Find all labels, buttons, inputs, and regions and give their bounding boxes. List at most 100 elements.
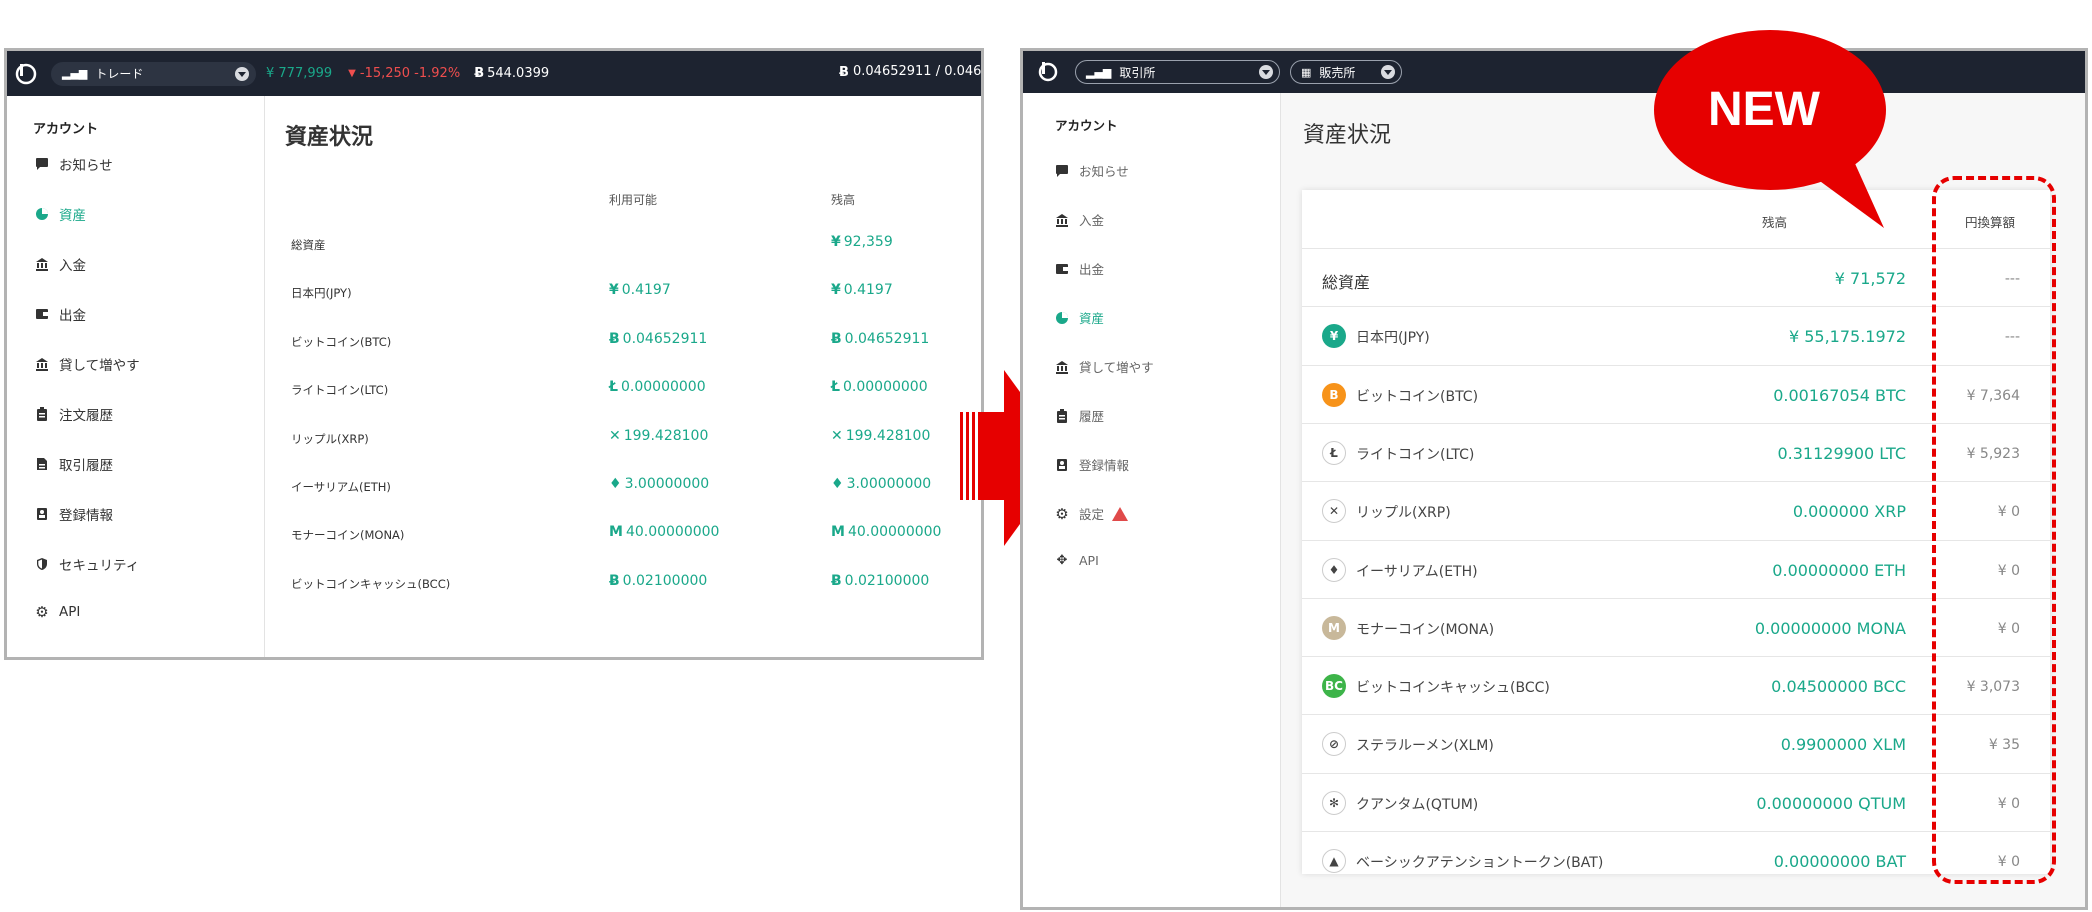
balance-amount: 0.4197 <box>843 282 893 299</box>
sidebar-item-profile[interactable]: 登録情報 <box>35 504 113 524</box>
btc-icon: Ƀ <box>839 65 849 80</box>
available-amount: 0.4197 <box>621 282 671 299</box>
sidebar-item-profile[interactable]: 登録情報 <box>1055 455 1129 474</box>
asset-name: ビットコイン(BTC) <box>1356 388 1479 405</box>
sidebar-item-label: 入金 <box>59 258 86 274</box>
logo-icon <box>1037 61 1059 83</box>
gear-icon: ⚙ <box>1055 504 1069 523</box>
sidebar-item-lending[interactable]: 貸して増やす <box>35 354 140 374</box>
coin-icon: ✕ <box>1322 499 1346 524</box>
pie-chart-icon <box>35 207 49 221</box>
btc-balance-readout: 0.04652911 / 0.04652 <box>853 64 984 79</box>
asset-table: 総資産 ¥92,359 日本円(JPY) ¥0.4197 ¥0.4197 ビットコイン(B… <box>291 234 981 594</box>
balance-value: ♦ 3.00000000 <box>831 476 931 492</box>
coin-icon: BC <box>1322 674 1346 699</box>
btc-volume: 544.0399 <box>487 66 550 81</box>
bar-chart-icon: ▂▄▆ <box>1086 65 1112 79</box>
balance-amount: 0.31129900 LTC <box>1777 443 1906 463</box>
sidebar-item-settings[interactable]: ⚙ 設定 <box>1055 504 1129 523</box>
sidebar-item-news[interactable]: お知らせ <box>35 154 113 174</box>
sidebar-item-order-history[interactable]: 注文履歴 <box>35 404 113 424</box>
chevron-down-icon <box>235 66 249 81</box>
message-icon <box>35 157 49 171</box>
api-icon: ✥ <box>1056 553 1068 568</box>
balance-value: ¥92,359 <box>831 234 893 250</box>
price-ticker: ¥ 777,999 <box>266 66 333 81</box>
coin-icon: ⊘ <box>1322 732 1346 757</box>
available-value: M 40.00000000 <box>609 524 719 540</box>
column-header-balance: 残高 <box>831 193 856 207</box>
balance-amount: ¥ 55,175.1972 <box>1788 327 1906 347</box>
available-amount: 0.00000000 <box>621 379 706 396</box>
top-bar: ▂▄▆ トレード ¥ 777,999 ▼ -15,250 -1.92% Ƀ 54… <box>7 51 981 96</box>
balance-value: Ł 0.00000000 <box>831 379 928 395</box>
id-card-icon <box>1055 458 1069 472</box>
exchange-selector[interactable]: ▂▄▆ 取引所 <box>1075 60 1280 84</box>
coin-icon: ♦ <box>609 476 622 492</box>
sidebar-item-history[interactable]: 履歴 <box>1055 406 1104 425</box>
coin-icon: ▲ <box>1322 849 1346 873</box>
old-ui-screenshot: ▂▄▆ トレード ¥ 777,999 ▼ -15,250 -1.92% Ƀ 54… <box>4 48 984 660</box>
sidebar-item-api[interactable]: ⚙ API <box>35 603 80 621</box>
coin-icon: ¥ <box>1322 324 1346 349</box>
sidebar-item-trade-history[interactable]: 取引履歴 <box>35 454 113 474</box>
sidebar-title: アカウント <box>33 122 99 137</box>
coin-icon: ¥ <box>831 282 841 299</box>
gear-icon: ⚙ <box>35 603 49 621</box>
sidebar: アカウント お知らせ 入金 出金 資産 貸して増やす 履歴 登録情報 ⚙ 設定 … <box>1023 93 1281 907</box>
shop-label: 販売所 <box>1319 65 1356 80</box>
table-row: ビットコイン(BTC) Ƀ 0.04652911 Ƀ 0.04652911 <box>291 331 981 351</box>
sidebar-item-security[interactable]: セキュリティ <box>35 554 139 574</box>
table-row: モナーコイン(MONA) M 40.00000000 M 40.00000000 <box>291 524 981 544</box>
coin-icon: Ł <box>831 379 840 396</box>
pie-chart-icon <box>1055 311 1069 325</box>
coin-icon: ♦ <box>1322 557 1346 582</box>
asset-name: ベーシックアテンショントークン(BAT) <box>1356 855 1604 871</box>
asset-name: 総資産 <box>291 238 326 252</box>
coin-icon: ✕ <box>609 427 621 444</box>
bank-icon <box>1055 213 1069 227</box>
balance-value: Ƀ 0.04652911 <box>831 331 929 347</box>
sidebar-item-withdraw[interactable]: 出金 <box>35 304 86 324</box>
sidebar-item-label: 貸して増やす <box>1079 360 1154 375</box>
new-badge: NEW <box>1652 18 1892 242</box>
balance-amount: 0.04652911 <box>844 330 930 347</box>
sidebar-item-withdraw[interactable]: 出金 <box>1055 259 1104 278</box>
available-value: ¥0.4197 <box>609 282 671 298</box>
available-amount: 3.00000000 <box>624 476 710 492</box>
sidebar-item-deposit[interactable]: 入金 <box>35 254 86 274</box>
sidebar-item-label: 設定 <box>1079 507 1105 522</box>
balance-amount: 0.000000 XRP <box>1792 502 1906 522</box>
bar-chart-icon: ▂▄▆ <box>62 67 88 80</box>
sidebar-item-label: 登録情報 <box>1079 458 1130 473</box>
balance-value: Ƀ 0.02100000 <box>831 573 929 589</box>
balance-amount: 0.00167054 BTC <box>1773 385 1906 405</box>
asset-name: モナーコイン(MONA) <box>1356 621 1495 638</box>
coin-icon: M <box>609 524 623 541</box>
asset-name: モナーコイン(MONA) <box>291 528 405 543</box>
sidebar-item-label: お知らせ <box>59 158 113 174</box>
asset-name: ビットコインキャッシュ(BCC) <box>291 576 451 591</box>
sidebar-item-lending[interactable]: 貸して増やす <box>1055 357 1154 376</box>
price-change: -15,250 -1.92% <box>359 66 461 81</box>
mode-selector[interactable]: ▂▄▆ トレード <box>51 61 256 86</box>
balance-amount: 92,359 <box>843 234 893 250</box>
balance-amount: 199.428100 <box>845 427 931 444</box>
sidebar-item-label: 貸して増やす <box>59 358 140 374</box>
sidebar-item-deposit[interactable]: 入金 <box>1055 210 1104 229</box>
shop-selector[interactable]: ▦ 販売所 <box>1290 60 1402 84</box>
sidebar-item-assets[interactable]: 資産 <box>35 204 86 224</box>
asset-name: ビットコインキャッシュ(BCC) <box>1356 680 1550 697</box>
asset-name: クアンタム(QTUM) <box>1356 796 1479 813</box>
sidebar-item-label: 入金 <box>1079 213 1105 228</box>
available-value <box>609 234 612 250</box>
coin-icon: M <box>831 524 845 541</box>
sidebar-item-api[interactable]: ✥ API <box>1055 553 1099 568</box>
sidebar-item-assets[interactable]: 資産 <box>1055 308 1104 327</box>
sidebar-title: アカウント <box>1055 118 1118 133</box>
balance-value: ¥0.4197 <box>831 282 893 298</box>
asset-name: 総資産 <box>1322 273 1371 292</box>
clipboard-icon <box>1055 408 1069 423</box>
available-amount: 0.04652911 <box>622 330 708 347</box>
sidebar-item-news[interactable]: お知らせ <box>1055 161 1129 180</box>
